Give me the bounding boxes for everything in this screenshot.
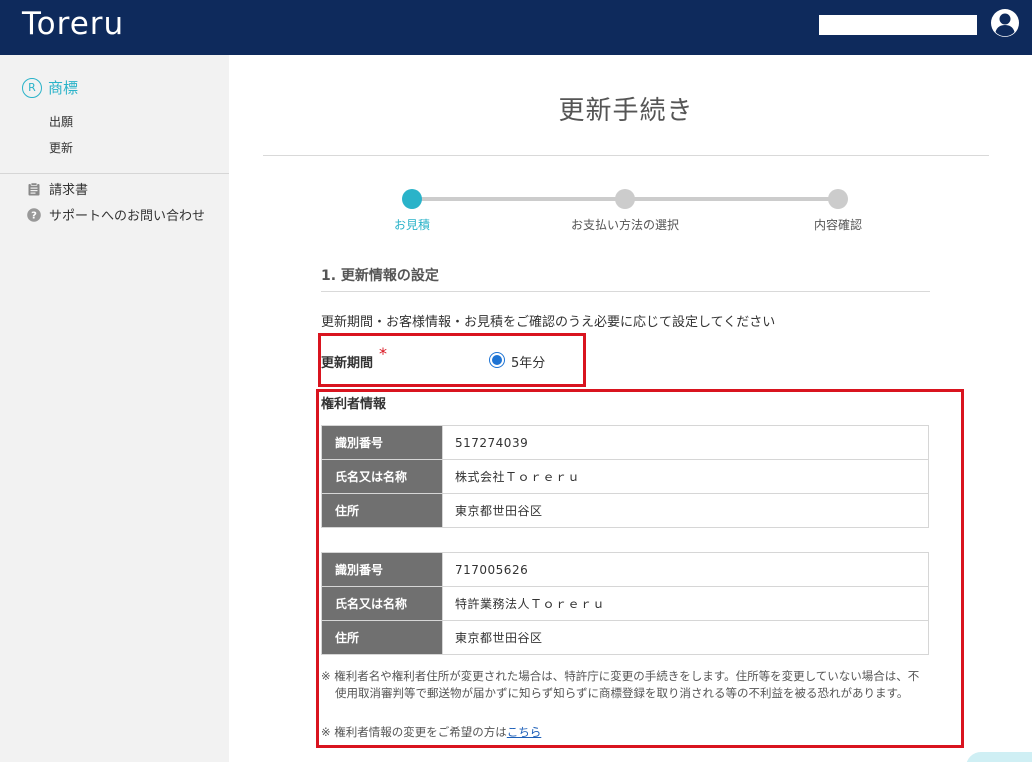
title-divider	[263, 155, 989, 156]
holder-section-title: 権利者情報	[321, 397, 387, 412]
change-request-link[interactable]: こちら	[507, 725, 542, 739]
clipboard-icon	[28, 181, 40, 195]
sidebar: R 商標 出願 更新 請求書 ? サポートへのお問い合わせ	[0, 55, 229, 762]
table-row: 住所 東京都世田谷区	[321, 493, 929, 528]
sidebar-item-invoice[interactable]: 請求書	[27, 179, 88, 198]
table-value-cell: 特許業務法人Ｔｏｒｅｒｕ	[442, 586, 929, 621]
step-label-estimate: お見積	[393, 218, 431, 232]
step-dot-confirm	[828, 189, 848, 209]
table-header-cell: 住所	[321, 493, 443, 528]
table-row: 氏名又は名称 特許業務法人Ｔｏｒｅｒｕ	[321, 586, 929, 621]
user-avatar-icon[interactable]	[990, 8, 1020, 38]
radio-selected-dot	[492, 355, 502, 365]
table-row: 住所 東京都世田谷区	[321, 620, 929, 655]
step-label-confirm: 内容確認	[813, 218, 863, 232]
section-title: 1. 更新情報の設定	[321, 268, 439, 284]
note-text: ※ 権利者情報の変更をご希望の方は	[321, 725, 507, 739]
table-header-cell: 識別番号	[321, 425, 443, 460]
sidebar-item-label: サポートへのお問い合わせ	[49, 209, 206, 224]
holder-change-note: ※ 権利者名や権利者住所が変更された場合は、特許庁に変更の手続きをします。住所等…	[321, 669, 920, 700]
required-mark: *	[379, 344, 387, 363]
table-row: 氏名又は名称 株式会社Ｔｏｒｅｒｕ	[321, 459, 929, 494]
holder-table-2: 識別番号 717005626 氏名又は名称 特許業務法人Ｔｏｒｅｒｕ 住所 東京…	[321, 552, 929, 655]
sidebar-item-label: 商標	[48, 79, 79, 97]
section-divider	[321, 291, 930, 292]
table-row: 識別番号 717005626	[321, 552, 929, 587]
svg-text:?: ?	[31, 210, 37, 221]
sidebar-item-label: 請求書	[49, 183, 89, 198]
sidebar-subitem-renewal[interactable]: 更新	[49, 139, 73, 156]
table-header-cell: 住所	[321, 620, 443, 655]
period-label: 更新期間	[321, 356, 374, 371]
table-value-cell: 東京都世田谷区	[442, 620, 929, 655]
sidebar-item-trademark[interactable]: R 商標	[22, 77, 78, 98]
registered-trademark-icon: R	[22, 77, 42, 98]
period-option-label[interactable]: 5年分	[511, 352, 545, 371]
sidebar-subitem-application[interactable]: 出願	[49, 113, 73, 130]
sidebar-divider	[0, 173, 229, 174]
table-header-cell: 氏名又は名称	[321, 586, 443, 621]
period-radio-5-years[interactable]	[489, 352, 505, 368]
user-name-box	[819, 15, 977, 35]
section-description: 更新期間・お客様情報・お見積をご確認のうえ必要に応じて設定してください	[321, 315, 776, 330]
holder-change-request-note: ※ 権利者情報の変更をご希望の方はこちら	[321, 724, 541, 741]
help-icon: ?	[27, 207, 41, 222]
table-header-cell: 識別番号	[321, 552, 443, 587]
sidebar-item-support[interactable]: ? サポートへのお問い合わせ	[27, 205, 205, 224]
table-value-cell: 517274039	[442, 425, 929, 460]
table-value-cell: 東京都世田谷区	[442, 493, 929, 528]
step-dot-estimate	[402, 189, 422, 209]
step-label-payment: お支払い方法の選択	[570, 218, 680, 232]
toreru-logo[interactable]: Toreru	[22, 4, 124, 44]
floating-chat-button[interactable]	[966, 752, 1032, 762]
table-value-cell: 717005626	[442, 552, 929, 587]
step-dot-payment	[615, 189, 635, 209]
holder-table-1: 識別番号 517274039 氏名又は名称 株式会社Ｔｏｒｅｒｕ 住所 東京都世…	[321, 425, 929, 528]
table-row: 識別番号 517274039	[321, 425, 929, 460]
table-value-cell: 株式会社Ｔｏｒｅｒｕ	[442, 459, 929, 494]
logo-text: Toreru	[22, 5, 125, 42]
table-header-cell: 氏名又は名称	[321, 459, 443, 494]
page-title: 更新手続き	[558, 96, 694, 126]
top-navbar: Toreru	[0, 0, 1032, 55]
